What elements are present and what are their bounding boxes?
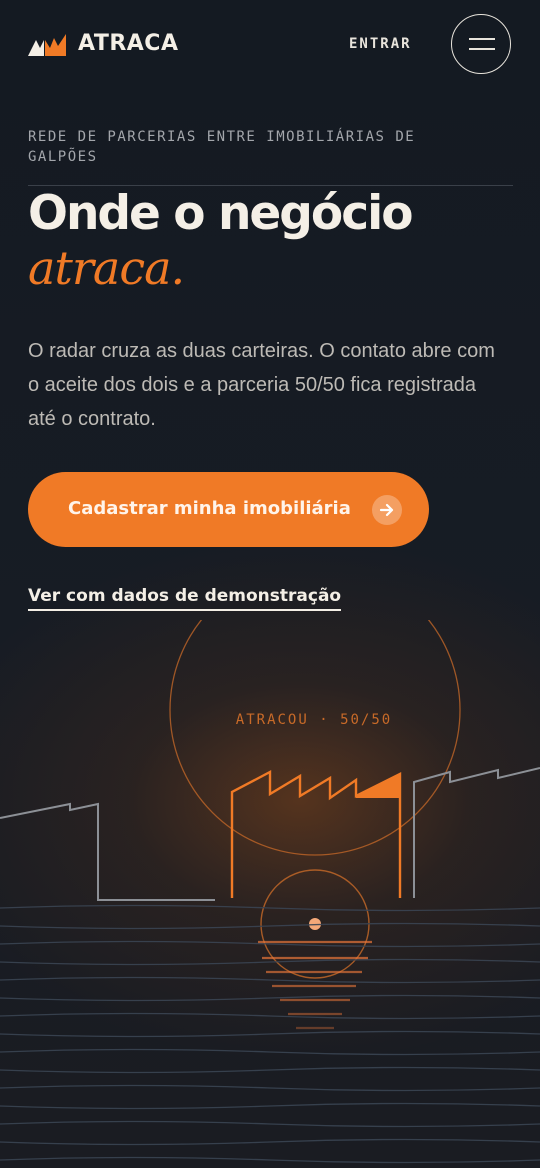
menu-icon-line: [469, 48, 495, 50]
hero-lead: O radar cruza as duas carteiras. O conta…: [28, 340, 495, 430]
logo-mark-icon: [28, 34, 66, 56]
demo-data-link[interactable]: Ver com dados de demonstração: [28, 586, 342, 611]
menu-button[interactable]: [451, 14, 511, 74]
hero-title: Onde o negócio: [28, 186, 413, 241]
menu-icon: [469, 38, 495, 40]
login-link[interactable]: ENTRAR: [349, 36, 412, 52]
arrow-right-icon: [372, 495, 402, 525]
site-header: ATRACA ENTRAR: [0, 0, 540, 90]
sun-reflection: [258, 940, 372, 1030]
right-warehouse: [413, 767, 540, 898]
register-agency-label: Cadastrar minha imobiliária: [68, 498, 351, 519]
brand-name: ATRACA: [78, 30, 179, 56]
docked-badge: ATRACOU · 50/50: [236, 712, 392, 728]
register-agency-button[interactable]: Cadastrar minha imobiliária: [28, 472, 429, 547]
harbor-illustration: ATRACOU · 50/50: [0, 620, 540, 1164]
left-warehouse: [0, 802, 215, 901]
hero-title-accent: atraca.: [28, 241, 185, 295]
water: [0, 904, 540, 1164]
hero-eyebrow: REDE DE PARCERIAS ENTRE IMOBILIÁRIAS DE …: [28, 129, 416, 165]
brand-logo[interactable]: ATRACA: [28, 30, 178, 56]
radar-ring: [169, 620, 461, 856]
warehouse-flag: [356, 774, 400, 798]
